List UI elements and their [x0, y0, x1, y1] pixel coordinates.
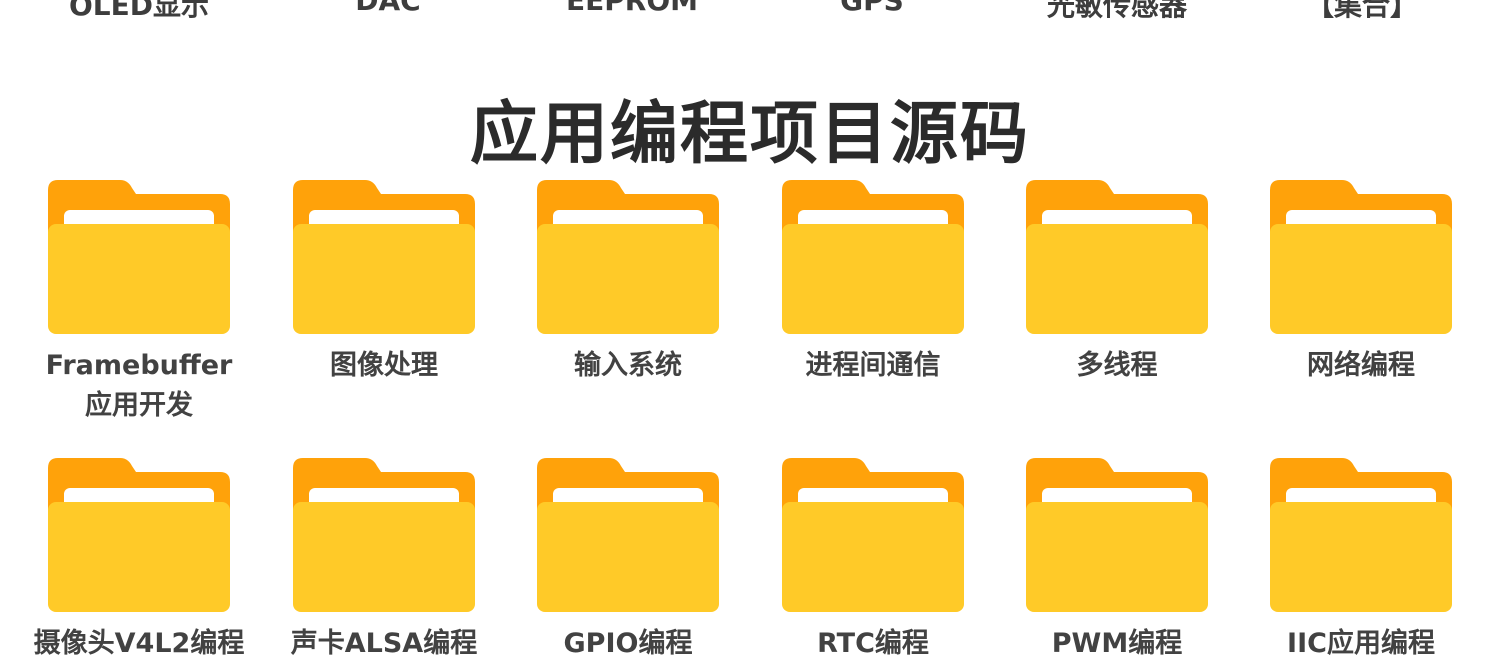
folder-label: RTC编程: [751, 624, 995, 664]
folder-label-line1: 输入系统: [574, 350, 682, 381]
folder-label-line1: 图像处理: [330, 350, 438, 381]
folder-label-line1: IIC应用编程: [1287, 628, 1435, 659]
folder-item-ipc[interactable]: 进程间通信: [751, 180, 995, 386]
folder-item-v4l2[interactable]: 摄像头V4L2编程: [17, 458, 261, 664]
folder-icon: [537, 458, 719, 612]
top-label-2: EEPROM: [565, 0, 698, 17]
previous-section-labels: OLED显示 DAC EEPROM GPS 光敏传感器 【集合】: [0, 0, 1500, 20]
folder-label: 多线程: [995, 346, 1239, 386]
folder-item-input-system[interactable]: 输入系统: [506, 180, 750, 386]
folder-icon: [1270, 458, 1452, 612]
folder-label: PWM编程: [995, 624, 1239, 664]
folder-label: 声卡ALSA编程: [262, 624, 506, 664]
folder-label: IIC应用编程: [1239, 624, 1483, 664]
folder-label-line1: 摄像头V4L2编程: [33, 628, 245, 659]
folder-label-line2: 应用开发: [85, 390, 193, 421]
folder-item-rtc[interactable]: RTC编程: [751, 458, 995, 664]
folder-icon: [48, 180, 230, 334]
folder-item-framebuffer[interactable]: Framebuffer 应用开发: [17, 180, 261, 426]
folder-icon: [537, 180, 719, 334]
folder-label: GPIO编程: [506, 624, 750, 664]
folder-item-pwm[interactable]: PWM编程: [995, 458, 1239, 664]
folder-icon: [293, 458, 475, 612]
folder-icon: [293, 180, 475, 334]
folder-icon: [1026, 458, 1208, 612]
folder-item-network[interactable]: 网络编程: [1239, 180, 1483, 386]
top-label-1: DAC: [355, 0, 421, 17]
folder-icon: [1270, 180, 1452, 334]
folder-label-line1: PWM编程: [1051, 628, 1183, 659]
top-label-3: GPS: [840, 0, 904, 17]
folder-item-image-processing[interactable]: 图像处理: [262, 180, 506, 386]
section-title: 应用编程项目源码: [469, 95, 1030, 174]
folder-label-line1: RTC编程: [817, 628, 929, 659]
folder-label-line1: 网络编程: [1307, 350, 1415, 381]
top-label-5: 【集合】: [1305, 0, 1418, 20]
folder-item-gpio[interactable]: GPIO编程: [506, 458, 750, 664]
folder-label-line1: GPIO编程: [563, 628, 693, 659]
folder-item-alsa[interactable]: 声卡ALSA编程: [262, 458, 506, 664]
folder-label-line1: 声卡ALSA编程: [290, 628, 478, 659]
folder-icon: [782, 458, 964, 612]
folder-icon: [1026, 180, 1208, 334]
folder-item-multithread[interactable]: 多线程: [995, 180, 1239, 386]
folder-label: 摄像头V4L2编程: [17, 624, 261, 664]
folder-label: 网络编程: [1239, 346, 1483, 386]
folder-icon: [782, 180, 964, 334]
folder-label: 输入系统: [506, 346, 750, 386]
top-label-0: OLED显示: [68, 0, 209, 20]
folder-icon: [48, 458, 230, 612]
folder-label: 进程间通信: [751, 346, 995, 386]
folder-label-line1: 多线程: [1076, 350, 1158, 381]
folder-label-line1: Framebuffer: [45, 350, 233, 381]
folder-label-line1: 进程间通信: [805, 350, 941, 381]
folder-label: Framebuffer 应用开发: [17, 346, 261, 426]
top-label-4: 光敏传感器: [1046, 0, 1187, 20]
folder-item-iic[interactable]: IIC应用编程: [1239, 458, 1483, 664]
folder-label: 图像处理: [262, 346, 506, 386]
